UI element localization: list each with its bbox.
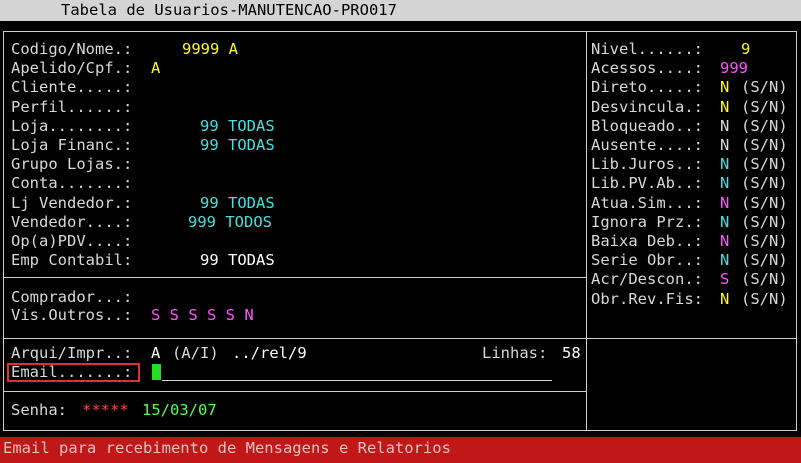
- permission-value[interactable]: N: [720, 98, 729, 117]
- field-label: Conta.......:: [11, 174, 133, 193]
- permission-value[interactable]: N: [720, 213, 729, 232]
- divider-middle: [3, 338, 797, 339]
- permission-label: Ausente....:: [591, 136, 703, 154]
- divider-bottom: [3, 391, 587, 392]
- right-panel-divider: [586, 31, 587, 338]
- permission-value[interactable]: 9: [741, 40, 750, 59]
- permission-label: Direto.....:: [591, 78, 703, 97]
- window-title: Tabela de Usuarios-MANUTENCAO-PRO017: [61, 1, 397, 19]
- comprador-label: Comprador...:: [11, 288, 133, 306]
- field-value[interactable]: 99 TODAS: [200, 251, 275, 270]
- field-label: Loja Financ.:: [11, 136, 133, 154]
- permission-hint: (S/N): [741, 193, 788, 212]
- lower-right-divider: [586, 338, 587, 431]
- field-value[interactable]: [151, 78, 171, 97]
- senha-date: 15/03/07: [142, 401, 217, 419]
- permission-value[interactable]: S: [720, 270, 729, 289]
- permission-value[interactable]: N: [720, 174, 729, 193]
- permission-value[interactable]: N: [720, 232, 729, 251]
- field-value[interactable]: 9999 A: [182, 40, 238, 59]
- permission-hint: (S/N): [741, 289, 788, 308]
- permission-value[interactable]: 999: [720, 59, 748, 78]
- permission-label: Serie Obr..:: [591, 251, 703, 270]
- field-label: Lj Vendedor.:: [11, 193, 133, 212]
- email-input[interactable]: [162, 380, 552, 381]
- status-bar: Email para recebimento de Mensagens e Re…: [0, 437, 801, 463]
- permission-hint: (S/N): [741, 174, 788, 193]
- permission-value[interactable]: N: [720, 194, 729, 213]
- permission-value[interactable]: N: [720, 290, 729, 309]
- permission-label: Lib.Juros..:: [591, 155, 703, 174]
- text-cursor: [152, 364, 161, 380]
- permission-hint: (S/N): [741, 136, 788, 154]
- field-label: Loja........:: [11, 116, 133, 135]
- permission-label: Atua.Sim...:: [591, 193, 703, 212]
- arqui-label: Arqui/Impr..:: [11, 344, 133, 362]
- senha-field[interactable]: *****: [82, 401, 129, 420]
- field-label: Op(a)PDV....:: [11, 232, 133, 250]
- permission-value[interactable]: N: [720, 136, 729, 155]
- field-label: Codigo/Nome.:: [11, 40, 133, 58]
- permission-value[interactable]: N: [720, 78, 729, 97]
- permission-label: Acr/Descon.:: [591, 270, 703, 289]
- field-label: Perfil......:: [11, 97, 133, 116]
- linhas-label: Linhas:: [482, 344, 548, 362]
- permission-label: Desvincula.:: [591, 97, 703, 116]
- field-value[interactable]: [151, 155, 171, 174]
- field-value[interactable]: [151, 98, 171, 117]
- field-value[interactable]: 999 TODOS: [188, 213, 272, 232]
- permission-label: Nivel......:: [591, 40, 703, 58]
- field-label: Vendedor....:: [11, 212, 133, 231]
- permission-hint: (S/N): [741, 97, 788, 116]
- visoutros-field[interactable]: S S S S S N: [151, 306, 254, 325]
- field-value[interactable]: 99 TODAS: [200, 117, 275, 136]
- permission-value[interactable]: N: [720, 117, 729, 136]
- field-label: Apelido/Cpf.:: [11, 59, 133, 78]
- field-value[interactable]: [151, 232, 171, 251]
- status-message: Email para recebimento de Mensagens e Re…: [3, 439, 451, 457]
- arqui-hint: (A/I): [172, 344, 219, 362]
- permission-label: Bloqueado..:: [591, 116, 703, 135]
- permission-hint: (S/N): [741, 251, 788, 270]
- permission-hint: (S/N): [741, 270, 788, 289]
- field-value[interactable]: A: [151, 59, 171, 78]
- senha-label: Senha:: [11, 401, 67, 419]
- permission-label: Lib.PV.Ab..:: [591, 174, 703, 193]
- permission-hint: (S/N): [741, 212, 788, 231]
- permission-value[interactable]: N: [720, 155, 729, 174]
- permission-label: Acessos....:: [591, 59, 703, 78]
- arqui-path-field[interactable]: ../rel/9: [232, 344, 307, 363]
- divider-top: [3, 277, 587, 278]
- window-title-bar: Tabela de Usuarios-MANUTENCAO-PRO017: [0, 0, 801, 21]
- arqui-field[interactable]: A: [151, 344, 160, 363]
- permission-label: Baixa Deb..:: [591, 232, 703, 250]
- permission-hint: (S/N): [741, 78, 788, 97]
- permission-label: Ignora Prz.:: [591, 212, 703, 231]
- permission-hint: (S/N): [741, 155, 788, 174]
- field-value[interactable]: 99 TODAS: [200, 136, 275, 155]
- permission-value[interactable]: N: [720, 251, 729, 270]
- field-label: Grupo Lojas.:: [11, 155, 133, 174]
- visoutros-label: Vis.Outros..:: [11, 306, 133, 324]
- email-label: Email.......:: [11, 363, 133, 381]
- permission-hint: (S/N): [741, 116, 788, 135]
- field-value[interactable]: [151, 174, 171, 193]
- linhas-field[interactable]: 58: [562, 344, 581, 363]
- field-label: Emp Contabil:: [11, 251, 133, 270]
- field-value[interactable]: 99 TODAS: [200, 194, 275, 213]
- permission-hint: (S/N): [741, 232, 788, 250]
- field-label: Cliente.....:: [11, 78, 133, 97]
- permission-label: Obr.Rev.Fis:: [591, 289, 703, 308]
